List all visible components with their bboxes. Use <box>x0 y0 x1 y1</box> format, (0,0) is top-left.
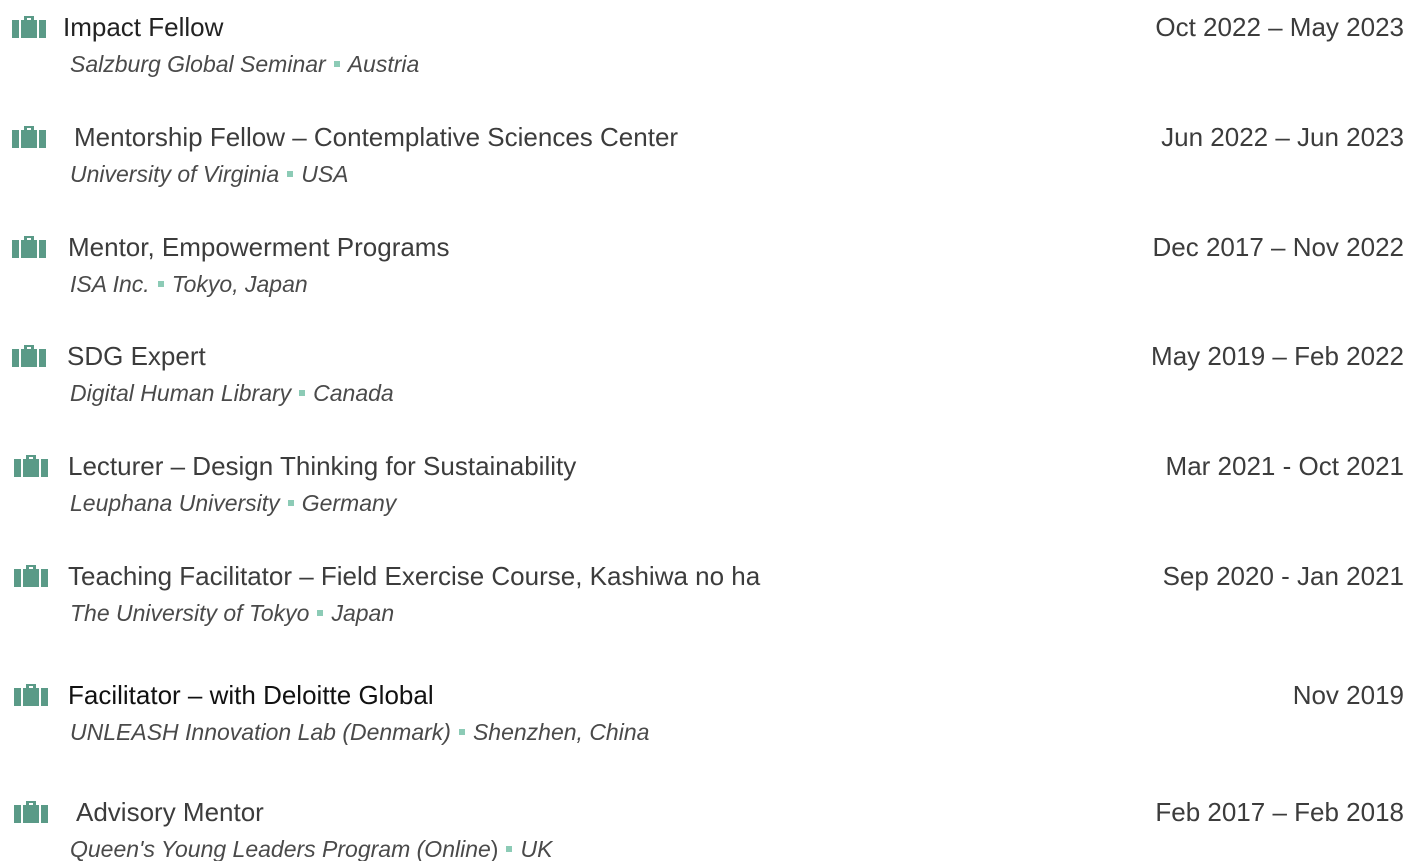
organization-name: Digital Human Library <box>70 380 292 406</box>
closing-parenthesis: ) <box>490 836 499 861</box>
date-range: Jun 2022 – Jun 2023 <box>1161 122 1404 152</box>
experience-entry: Advisory Mentor Feb 2017 – Feb 2018 Quee… <box>0 797 1408 861</box>
position-title: Advisory Mentor <box>76 797 264 827</box>
organization-line: Queen's Young Leaders Program (Online) UK <box>70 835 552 861</box>
position-title: Lecturer – Design Thinking for Sustainab… <box>68 451 577 481</box>
briefcase-icon <box>14 684 48 706</box>
organization-line: Leuphana University Germany <box>70 489 396 517</box>
organization-line: Salzburg Global Seminar Austria <box>70 50 419 78</box>
experience-entry: Mentor, Empowerment Programs Dec 2017 – … <box>0 232 1408 312</box>
date-range: Dec 2017 – Nov 2022 <box>1152 232 1404 262</box>
date-range: Feb 2017 – Feb 2018 <box>1155 797 1404 827</box>
experience-list: Impact Fellow Oct 2022 – May 2023 Salzbu… <box>0 0 1408 861</box>
location: Germany <box>301 490 397 516</box>
organization-line: The University of Tokyo Japan <box>70 599 394 627</box>
experience-entry: Mentorship Fellow – Contemplative Scienc… <box>0 122 1408 202</box>
briefcase-icon <box>14 565 48 587</box>
briefcase-icon <box>14 455 48 477</box>
location: Japan <box>331 600 395 626</box>
separator-dot <box>287 499 294 506</box>
location: UK <box>520 836 553 861</box>
separator-dot <box>333 60 340 67</box>
experience-entry: Impact Fellow Oct 2022 – May 2023 Salzbu… <box>0 12 1408 92</box>
separator-dot <box>157 280 164 287</box>
organization-name: University of Virginia <box>70 161 280 187</box>
organization-name: Queen's Young Leaders Program (Online <box>70 836 491 861</box>
organization-line: UNLEASH Innovation Lab (Denmark) Shenzhen… <box>70 718 649 746</box>
date-range: Sep 2020 - Jan 2021 <box>1162 561 1404 591</box>
organization-line: University of Virginia USA <box>70 160 349 188</box>
organization-name: Leuphana University <box>70 490 280 516</box>
location: Canada <box>313 380 394 406</box>
organization-name: Salzburg Global Seminar <box>70 51 326 77</box>
position-title: Facilitator – with Deloitte Global <box>68 680 434 710</box>
date-range: Oct 2022 – May 2023 <box>1155 12 1404 42</box>
briefcase-icon <box>12 236 46 258</box>
separator-dot <box>287 170 294 177</box>
separator-dot <box>506 845 513 852</box>
experience-entry: Teaching Facilitator – Field Exercise Co… <box>0 561 1408 641</box>
location: Austria <box>347 51 420 77</box>
experience-entry: SDG Expert May 2019 – Feb 2022 Digital H… <box>0 341 1408 421</box>
organization-name: ISA Inc. <box>70 271 150 297</box>
date-range: Mar 2021 - Oct 2021 <box>1165 451 1404 481</box>
briefcase-icon <box>12 126 46 148</box>
briefcase-icon <box>14 801 48 823</box>
date-range: Nov 2019 <box>1292 680 1404 710</box>
separator-dot <box>299 389 306 396</box>
date-range: May 2019 – Feb 2022 <box>1151 341 1404 371</box>
experience-entry: Facilitator – with Deloitte Global Nov 2… <box>0 680 1408 760</box>
location: Shenzhen, China <box>472 719 650 745</box>
position-title: Mentorship Fellow – Contemplative Scienc… <box>74 122 679 152</box>
briefcase-icon <box>12 345 46 367</box>
position-title: Mentor, Empowerment Programs <box>68 232 450 262</box>
organization-name: The University of Tokyo <box>70 600 310 626</box>
organization-name: UNLEASH Innovation Lab (Denmark) <box>70 719 451 745</box>
organization-line: ISA Inc. Tokyo, Japan <box>70 270 308 298</box>
position-title: SDG Expert <box>67 341 206 371</box>
separator-dot <box>458 728 465 735</box>
separator-dot <box>317 609 324 616</box>
position-title: Impact Fellow <box>63 12 224 42</box>
location: Tokyo, Japan <box>171 271 308 297</box>
organization-line: Digital Human Library Canada <box>70 379 394 407</box>
briefcase-icon <box>12 16 46 38</box>
location: USA <box>301 161 349 187</box>
position-title: Teaching Facilitator – Field Exercise Co… <box>68 561 761 591</box>
experience-entry: Lecturer – Design Thinking for Sustainab… <box>0 451 1408 531</box>
